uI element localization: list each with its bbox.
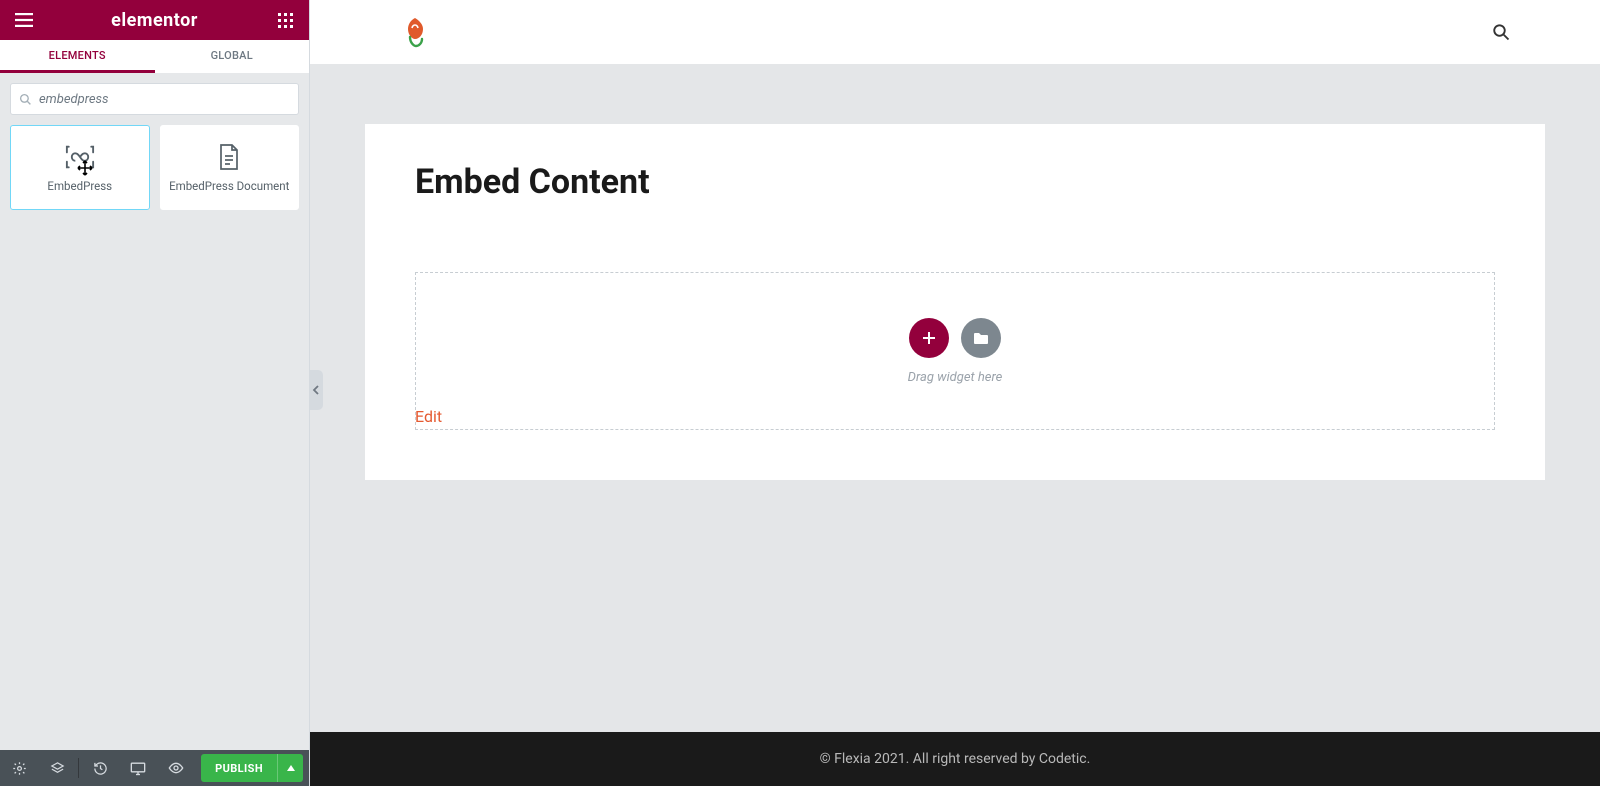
- publish-options-button[interactable]: [277, 754, 303, 782]
- layers-icon: [50, 761, 65, 776]
- elementor-panel: elementor ELEMENTS GLOBAL: [0, 0, 310, 786]
- search-box[interactable]: [10, 83, 299, 115]
- site-search-button[interactable]: [1492, 23, 1510, 41]
- widget-label: EmbedPress Document: [169, 179, 289, 193]
- navigator-button[interactable]: [38, 750, 76, 786]
- search-icon: [1492, 23, 1510, 41]
- eye-icon: [168, 762, 184, 774]
- add-section-button[interactable]: [909, 318, 949, 358]
- dropzone-buttons: [909, 318, 1001, 358]
- hamburger-icon: [15, 13, 33, 27]
- settings-button[interactable]: [0, 750, 38, 786]
- edit-link[interactable]: Edit: [415, 407, 442, 426]
- widget-embedpress-document[interactable]: EmbedPress Document: [160, 125, 300, 210]
- add-template-button[interactable]: [961, 318, 1001, 358]
- history-button[interactable]: [81, 750, 119, 786]
- embedpress-icon: [65, 143, 95, 171]
- publish-button[interactable]: PUBLISH: [201, 754, 277, 782]
- drop-zone[interactable]: Drag widget here: [415, 272, 1495, 430]
- folder-icon: [973, 331, 989, 345]
- desktop-icon: [130, 761, 146, 776]
- brand-title: elementor: [48, 10, 261, 31]
- publish-group: PUBLISH: [201, 754, 303, 782]
- search-input[interactable]: [39, 92, 298, 107]
- tab-elements[interactable]: ELEMENTS: [0, 40, 155, 73]
- panel-tabs: ELEMENTS GLOBAL: [0, 40, 309, 73]
- document-icon: [217, 143, 241, 171]
- search-wrap: [0, 73, 309, 125]
- tab-global[interactable]: GLOBAL: [155, 40, 310, 73]
- widget-label: EmbedPress: [47, 179, 112, 193]
- canvas-wrap: Embed Content Drag widget here Edit: [310, 64, 1600, 486]
- grid-icon: [278, 13, 293, 28]
- page-title: Embed Content: [415, 162, 1495, 202]
- panel-header: elementor: [0, 0, 309, 40]
- panel-collapse-handle[interactable]: [309, 370, 323, 410]
- gear-icon: [12, 761, 27, 776]
- site-logo[interactable]: [400, 15, 430, 49]
- site-header: [310, 0, 1600, 64]
- divider: [78, 758, 79, 778]
- page-canvas: Embed Content Drag widget here Edit: [365, 124, 1545, 480]
- plus-icon: [921, 330, 937, 346]
- chevron-left-icon: [312, 385, 320, 395]
- search-icon: [11, 93, 39, 106]
- site-footer: © Flexia 2021. All right reserved by Cod…: [310, 726, 1600, 786]
- dropzone-hint: Drag widget here: [908, 370, 1003, 385]
- footer-text: © Flexia 2021. All right reserved by Cod…: [820, 751, 1091, 767]
- widget-embedpress[interactable]: EmbedPress: [10, 125, 150, 210]
- widget-grid: EmbedPress EmbedPress Document: [0, 125, 309, 210]
- responsive-button[interactable]: [119, 750, 157, 786]
- apps-button[interactable]: [261, 0, 309, 40]
- panel-bottom-bar: PUBLISH: [0, 750, 309, 786]
- caret-up-icon: [287, 765, 295, 771]
- preview-button[interactable]: [157, 750, 195, 786]
- menu-button[interactable]: [0, 0, 48, 40]
- preview-area: Embed Content Drag widget here Edit © Fl…: [310, 0, 1600, 786]
- history-icon: [93, 761, 108, 776]
